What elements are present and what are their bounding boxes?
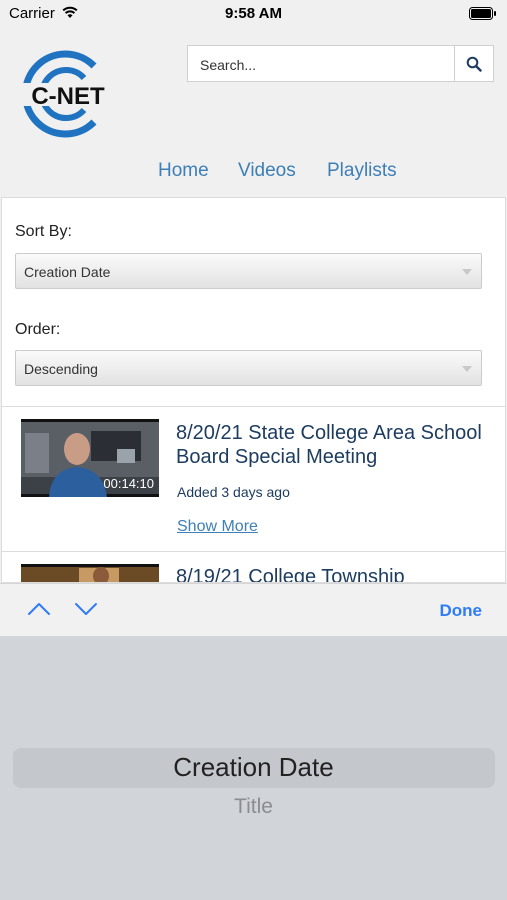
content-panel: Sort By: Creation Date Order: Descending…	[1, 197, 506, 583]
show-more-link[interactable]: Show More	[177, 518, 258, 536]
logo-text: C-NET	[31, 83, 105, 110]
battery-icon	[469, 7, 496, 20]
picker-option[interactable]: Title	[0, 795, 507, 819]
divider	[2, 551, 505, 552]
logo-graphic: C-NET	[21, 50, 114, 138]
chevron-down-icon	[462, 269, 472, 275]
status-bar: Carrier 9:58 AM	[0, 0, 507, 28]
video-title[interactable]: 8/20/21 State College Area School Board …	[176, 421, 496, 469]
video-added-date: Added 3 days ago	[177, 484, 290, 500]
video-thumbnail[interactable]	[21, 564, 159, 582]
chevron-down-icon[interactable]	[74, 601, 98, 617]
nav-home[interactable]: Home	[158, 160, 209, 182]
sort-by-select[interactable]: Creation Date	[15, 253, 482, 289]
video-title[interactable]: 8/19/21 College Township	[176, 565, 496, 582]
search-input[interactable]: Search...	[187, 45, 455, 82]
done-button[interactable]: Done	[440, 601, 483, 621]
sort-by-label: Sort By:	[15, 223, 72, 240]
clock: 9:58 AM	[225, 5, 282, 22]
order-value: Descending	[24, 361, 98, 377]
nav-playlists[interactable]: Playlists	[327, 160, 397, 182]
chevron-up-icon[interactable]	[27, 601, 51, 617]
main-nav: Home Videos Playlists	[0, 160, 507, 184]
divider	[2, 406, 505, 407]
search-icon	[466, 56, 482, 72]
chevron-down-icon	[462, 366, 472, 372]
video-duration: 00:14:10	[103, 476, 154, 491]
option-picker[interactable]: Creation Date Title	[0, 636, 507, 900]
video-thumbnail-image	[21, 564, 159, 582]
video-thumbnail[interactable]: 00:14:10	[21, 419, 159, 497]
search-button[interactable]	[454, 45, 494, 82]
picker-toolbar: Done	[0, 583, 507, 636]
order-select[interactable]: Descending	[15, 350, 482, 386]
order-label: Order:	[15, 321, 61, 338]
picker-option-selected[interactable]: Creation Date	[0, 752, 507, 783]
cnet-logo[interactable]: C-NET	[21, 48, 114, 140]
nav-videos[interactable]: Videos	[238, 160, 296, 182]
sort-by-value: Creation Date	[24, 264, 111, 280]
